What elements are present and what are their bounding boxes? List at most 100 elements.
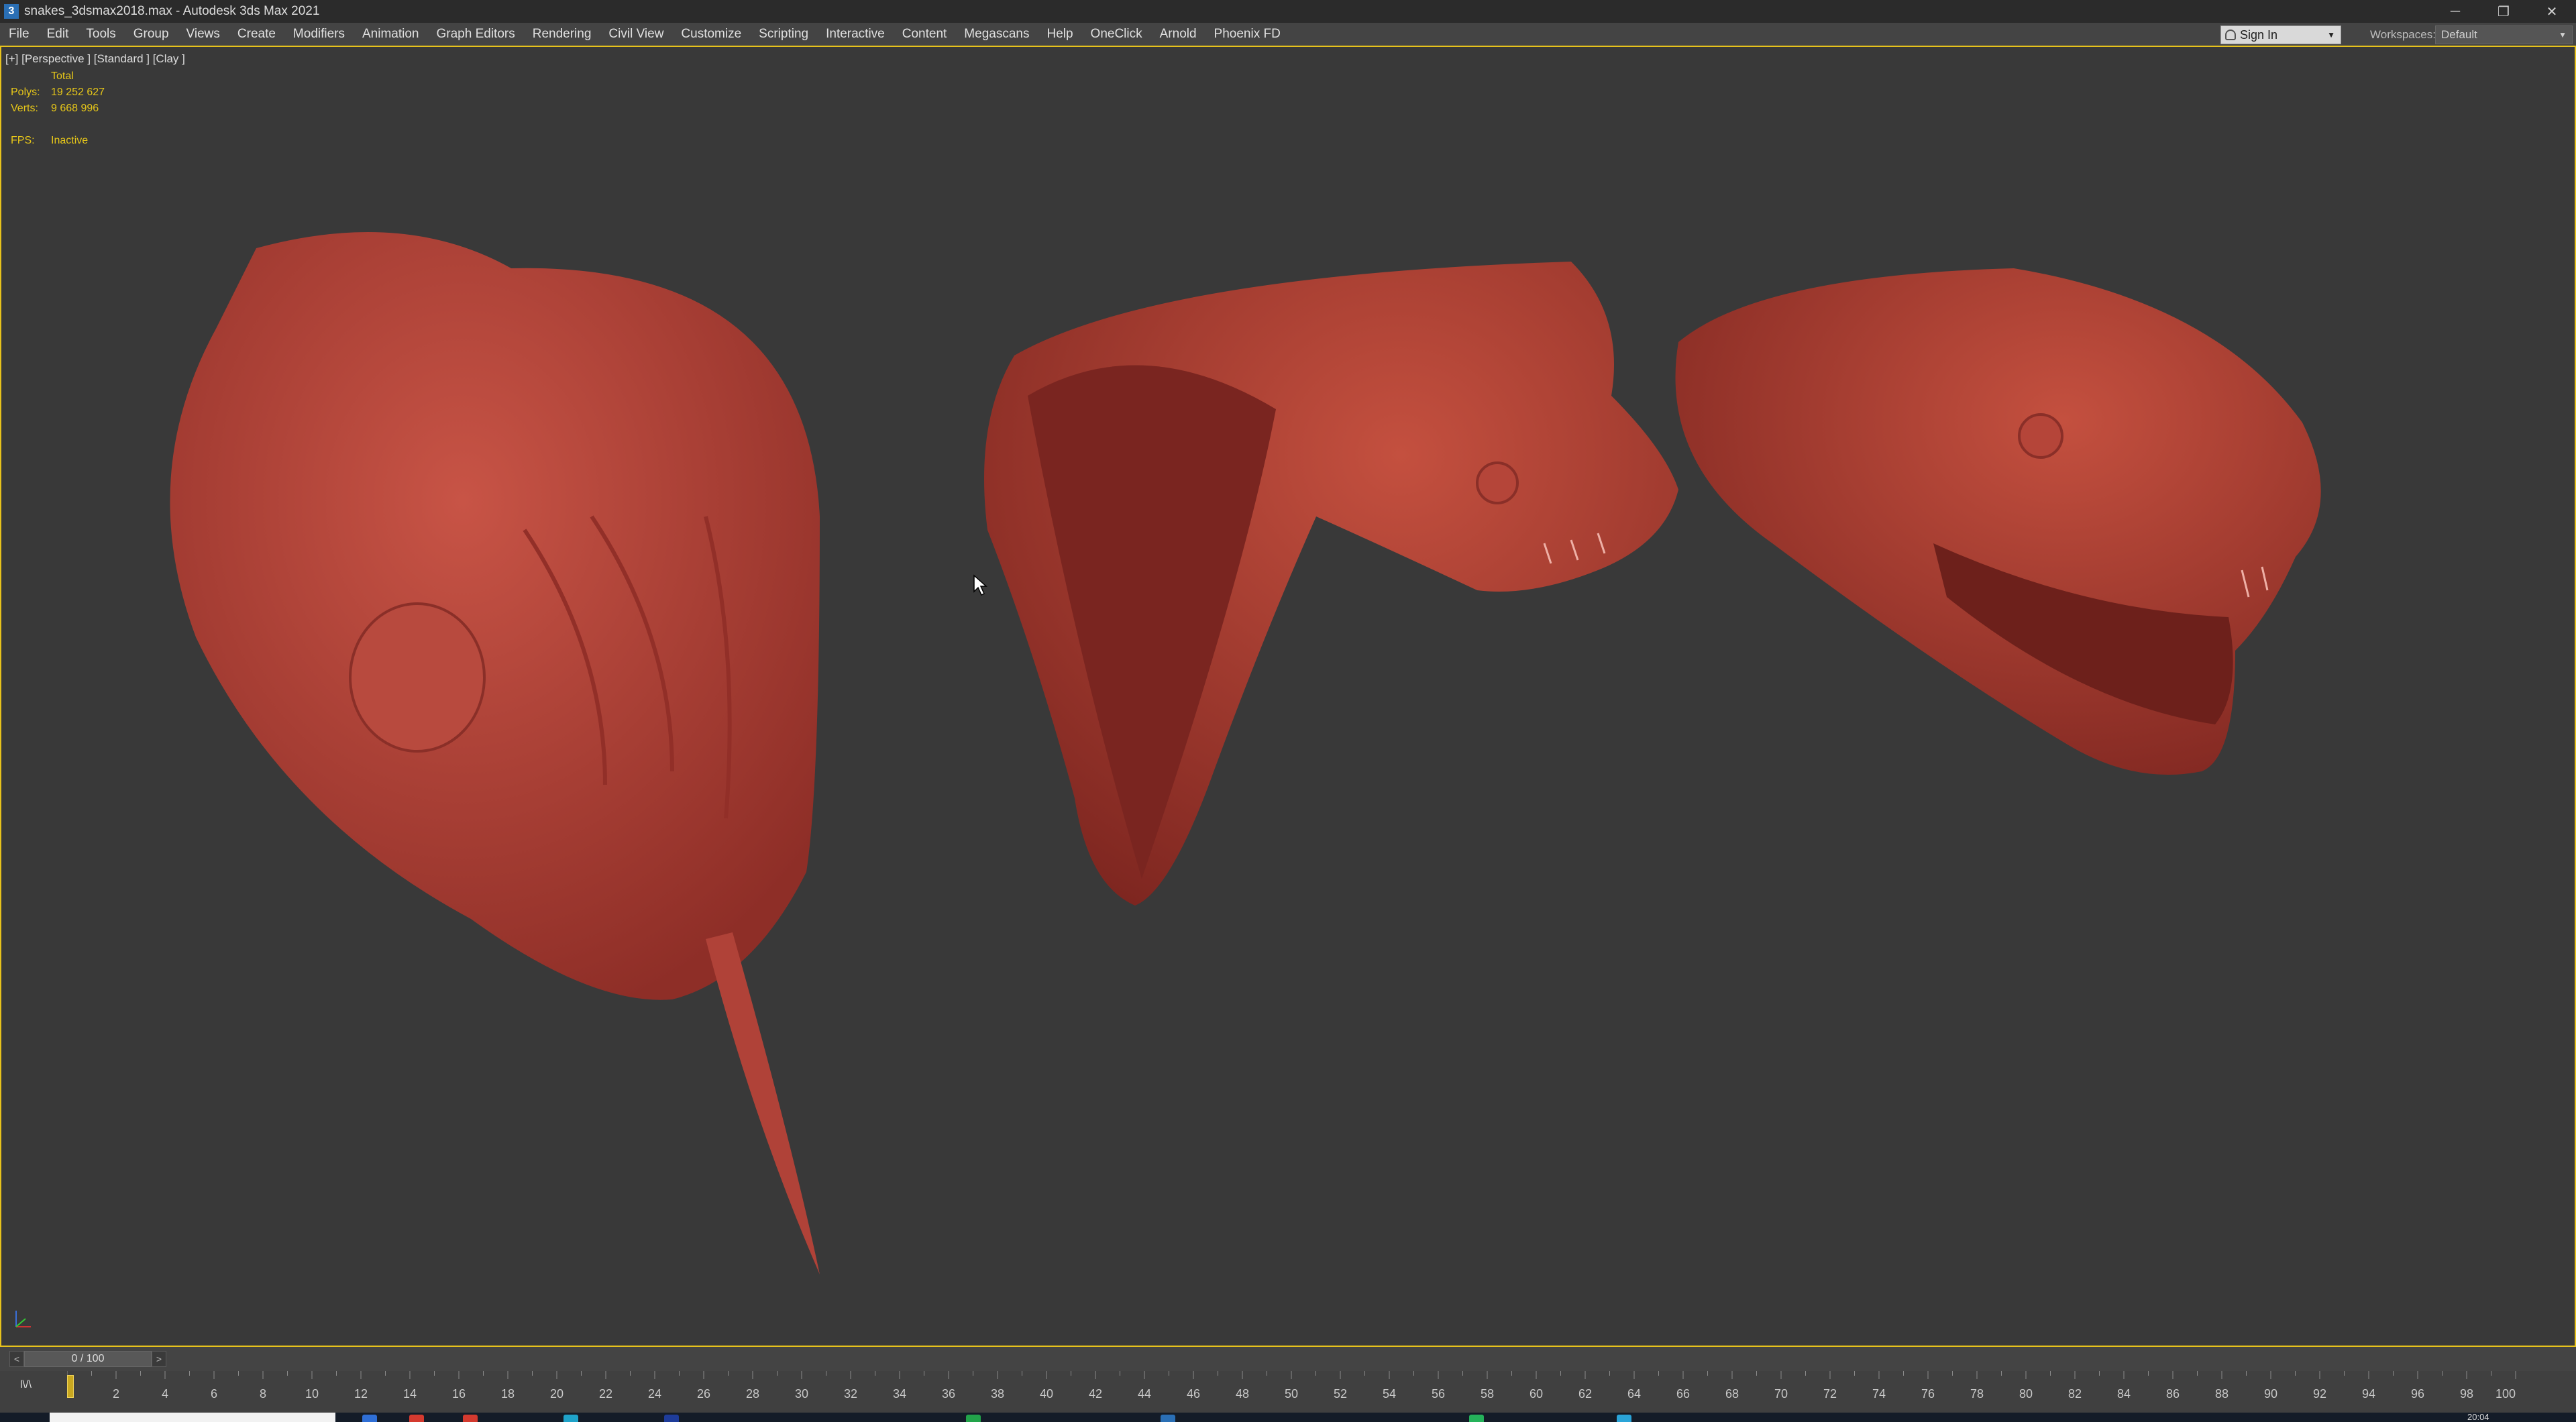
curve-editor-icon[interactable]: l\/\ [20,1379,32,1391]
close-button[interactable]: ✕ [2528,0,2576,23]
timeline-tick-label: 36 [942,1387,955,1401]
timeline-tick-label: 76 [1921,1387,1935,1401]
taskbar-app-icon[interactable] [1617,1415,1631,1422]
timeline-tick-label: 98 [2460,1387,2473,1401]
taskbar-app-icon[interactable] [463,1415,478,1422]
menu-content[interactable]: Content [894,23,956,46]
window-title: snakes_3dsmax2018.max - Autodesk 3ds Max… [24,4,320,18]
minimize-button[interactable]: ─ [2431,0,2479,23]
timeline-tick-label: 20 [550,1387,564,1401]
fps-label: FPS: [11,135,35,146]
menu-megascans[interactable]: Megascans [955,23,1038,46]
menu-rendering[interactable]: Rendering [524,23,600,46]
taskbar-app-icon[interactable] [362,1415,377,1422]
timeline-tick-label: 38 [991,1387,1004,1401]
timeline-tick-label: 62 [1578,1387,1592,1401]
menu-tools[interactable]: Tools [77,23,124,46]
timeline-tick-label: 42 [1089,1387,1102,1401]
timeline-tick-label: 84 [2117,1387,2131,1401]
menu-create[interactable]: Create [229,23,284,46]
timeline-tick-label: 56 [1432,1387,1445,1401]
windows-taskbar: 20:04 [0,1413,2576,1422]
timeline-tick-label: 4 [162,1387,168,1401]
menu-interactive[interactable]: Interactive [817,23,894,46]
timeline-tick-label: 32 [844,1387,857,1401]
taskbar-clock: 20:04 [2467,1413,2489,1422]
title-bar: 3 snakes_3dsmax2018.max - Autodesk 3ds M… [0,0,2576,23]
snake-head-cobra[interactable] [984,262,1678,906]
menu-scripting[interactable]: Scripting [750,23,817,46]
menu-modifiers[interactable]: Modifiers [284,23,354,46]
menu-file[interactable]: File [0,23,38,46]
menu-views[interactable]: Views [178,23,229,46]
timeline-ruler[interactable]: 2 4 6 8 10 12 14 16 18 20 22 24 26 28 30 32 34 36 38 40 42 44… [67,1371,2522,1413]
timeline-tick-label: 46 [1187,1387,1200,1401]
menu-oneclick[interactable]: OneClick [1082,23,1151,46]
workspaces-select[interactable]: Default ▼ [2435,25,2573,44]
axis-tripod-icon [15,1311,31,1327]
timeline-tick-label: 14 [403,1387,417,1401]
chevron-down-icon: ▼ [2559,30,2567,40]
fps-value: Inactive [51,135,89,146]
verts-label: Verts: [11,103,38,114]
timeline-tick-label: 94 [2362,1387,2375,1401]
timeline-tick-label: 82 [2068,1387,2082,1401]
taskbar-search-box[interactable] [50,1413,335,1422]
window-controls: ─ ❐ ✕ [2431,0,2576,23]
timeline-tick-label: 86 [2166,1387,2180,1401]
sign-in-dropdown[interactable]: Sign In ▼ [2220,25,2341,44]
taskbar-app-icon[interactable] [564,1415,578,1422]
taskbar-app-icon[interactable] [1469,1415,1484,1422]
menu-arnold[interactable]: Arnold [1151,23,1205,46]
timeline-tick-label: 24 [648,1387,661,1401]
viewport-label[interactable]: [+] [Perspective ] [Standard ] [Clay ] [5,52,185,66]
taskbar-app-icon[interactable] [664,1415,679,1422]
timeline-tick-label: 2 [113,1387,119,1401]
snake-head-open-mouth[interactable] [1675,268,2321,775]
timeline-tick-label: 6 [211,1387,217,1401]
timeline-tick-label: 54 [1383,1387,1396,1401]
perspective-viewport[interactable]: [+] [Perspective ] [Standard ] [Clay ] T… [0,46,2576,1347]
taskbar-3dsmax-icon[interactable] [1161,1415,1175,1422]
menu-group[interactable]: Group [125,23,178,46]
timeline-tick-label: 100 [2496,1387,2516,1401]
verts-value: 9 668 996 [51,103,99,114]
restore-button[interactable]: ❐ [2479,0,2528,23]
track-bar[interactable]: l\/\ 2 4 6 8 10 12 14 16 18 20 22 24 26 28 30 32 34 36 38 4… [0,1371,2576,1413]
user-icon [2225,30,2236,40]
menu-animation[interactable]: Animation [354,23,428,46]
time-slider: < 0 / 100 > [0,1347,2576,1371]
menu-phoenix-fd[interactable]: Phoenix FD [1205,23,1289,46]
timeline-tick-label: 48 [1236,1387,1249,1401]
timeline-tick-label: 64 [1627,1387,1641,1401]
polys-value: 19 252 627 [51,87,105,98]
scene-statistics: Total Polys: 19 252 627 Verts: 9 668 996 F… [11,68,105,149]
timeline-tick-label: 18 [501,1387,515,1401]
timeline-tick-label: 12 [354,1387,368,1401]
current-frame-marker[interactable] [67,1375,74,1398]
timeline-tick-label: 92 [2313,1387,2326,1401]
mouse-cursor-icon [973,574,987,596]
menu-graph-editors[interactable]: Graph Editors [428,23,524,46]
taskbar-app-icon[interactable] [966,1415,981,1422]
timeline-tick-label: 52 [1334,1387,1347,1401]
snake-head-front[interactable] [170,232,820,1274]
timeline-tick-label: 30 [795,1387,808,1401]
menu-civil-view[interactable]: Civil View [600,23,672,46]
timeline-tick-label: 68 [1725,1387,1739,1401]
menu-customize[interactable]: Customize [672,23,750,46]
timeline-tick-label: 8 [260,1387,266,1401]
taskbar-app-icon[interactable] [409,1415,424,1422]
workspaces-label: Workspaces: [2370,28,2436,41]
menu-edit[interactable]: Edit [38,23,78,46]
timeline-tick-label: 10 [305,1387,319,1401]
timeline-tick-label: 34 [893,1387,906,1401]
timeline-tick-label: 26 [697,1387,710,1401]
menu-help[interactable]: Help [1038,23,1081,46]
timeline-tick-label: 80 [2019,1387,2033,1401]
time-slider-thumb[interactable]: 0 / 100 [24,1351,152,1367]
next-frame-button[interactable]: > [152,1351,166,1367]
previous-frame-button[interactable]: < [9,1351,24,1367]
sign-in-label: Sign In [2240,28,2278,42]
app-icon: 3 [4,4,19,19]
